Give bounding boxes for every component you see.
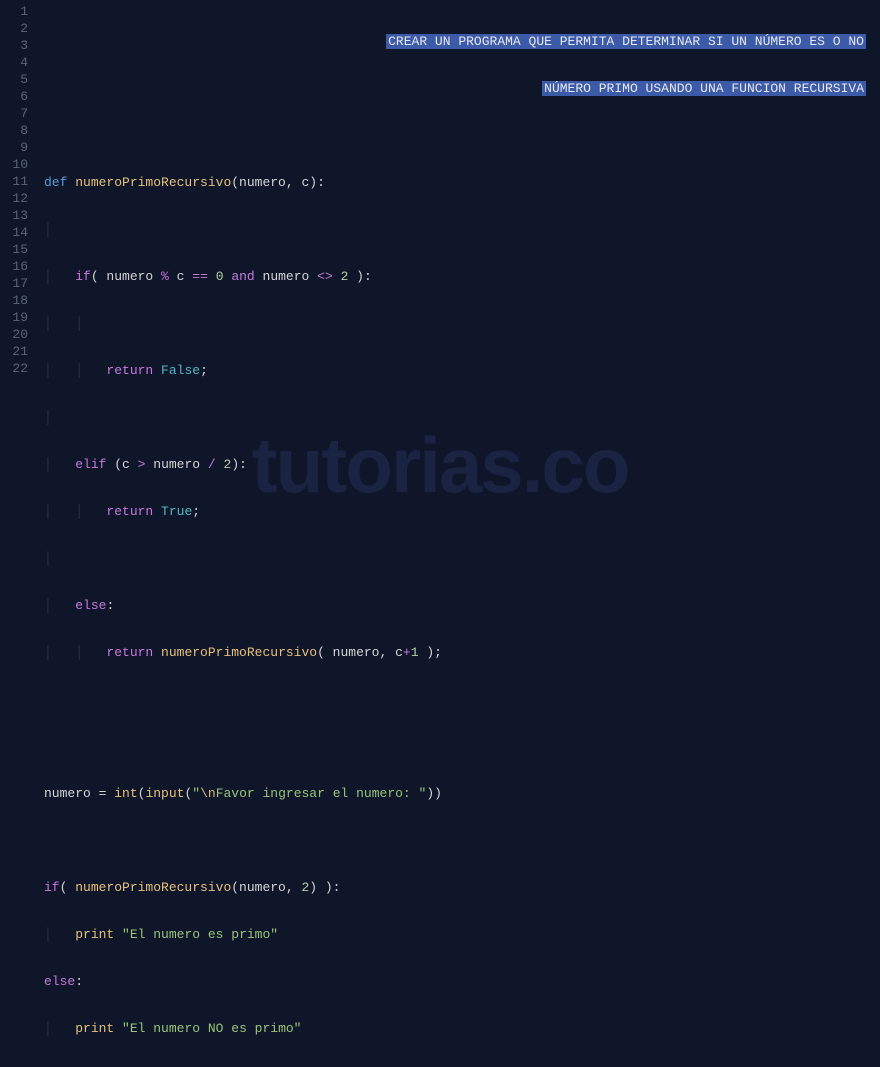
line-number: 14 (0, 224, 28, 241)
code-area[interactable]: CREAR UN PROGRAMA QUE PERMITA DETERMINAR… (36, 0, 880, 560)
code-line: │ │ return False; (44, 362, 880, 379)
line-number: 8 (0, 122, 28, 139)
line-number: 11 (0, 173, 28, 190)
code-line: │ │ (44, 315, 880, 332)
code-line: │ (44, 409, 880, 426)
code-line: │ else: (44, 597, 880, 614)
code-line: │ (44, 550, 880, 567)
line-number: 18 (0, 292, 28, 309)
code-line (44, 127, 880, 144)
line-number: 16 (0, 258, 28, 275)
code-line: │ if( numero % c == 0 and numero <> 2 ): (44, 268, 880, 285)
line-number: 5 (0, 71, 28, 88)
code-line: │ print "El numero NO es primo" (44, 1020, 880, 1037)
line-number: 12 (0, 190, 28, 207)
code-line (44, 691, 880, 708)
code-line (44, 832, 880, 849)
code-line: def numeroPrimoRecursivo(numero, c): (44, 174, 880, 191)
line-number: 3 (0, 37, 28, 54)
code-line: │ print "El numero es primo" (44, 926, 880, 943)
line-number: 17 (0, 275, 28, 292)
code-line: │ elif (c > numero / 2): (44, 456, 880, 473)
code-line (44, 738, 880, 755)
line-number: 9 (0, 139, 28, 156)
line-number: 15 (0, 241, 28, 258)
line-number: 19 (0, 309, 28, 326)
line-number: 13 (0, 207, 28, 224)
line-number-gutter: 12345678910111213141516171819202122 (0, 0, 36, 560)
code-editor[interactable]: 12345678910111213141516171819202122 CREA… (0, 0, 880, 560)
code-line: CREAR UN PROGRAMA QUE PERMITA DETERMINAR… (44, 33, 880, 50)
line-number: 1 (0, 3, 28, 20)
code-line: │ │ return numeroPrimoRecursivo( numero,… (44, 644, 880, 661)
line-number: 20 (0, 326, 28, 343)
code-line: │ │ return True; (44, 503, 880, 520)
comment-highlight: CREAR UN PROGRAMA QUE PERMITA DETERMINAR… (386, 34, 866, 49)
code-line: │ (44, 221, 880, 238)
code-line: NÚMERO PRIMO USANDO UNA FUNCION RECURSIV… (44, 80, 880, 97)
comment-highlight: NÚMERO PRIMO USANDO UNA FUNCION RECURSIV… (542, 81, 866, 96)
line-number: 4 (0, 54, 28, 71)
line-number: 7 (0, 105, 28, 122)
line-number: 22 (0, 360, 28, 377)
code-line: if( numeroPrimoRecursivo(numero, 2) ): (44, 879, 880, 896)
line-number: 10 (0, 156, 28, 173)
line-number: 2 (0, 20, 28, 37)
code-line: numero = int(input("\nFavor ingresar el … (44, 785, 880, 802)
line-number: 21 (0, 343, 28, 360)
code-line: else: (44, 973, 880, 990)
line-number: 6 (0, 88, 28, 105)
